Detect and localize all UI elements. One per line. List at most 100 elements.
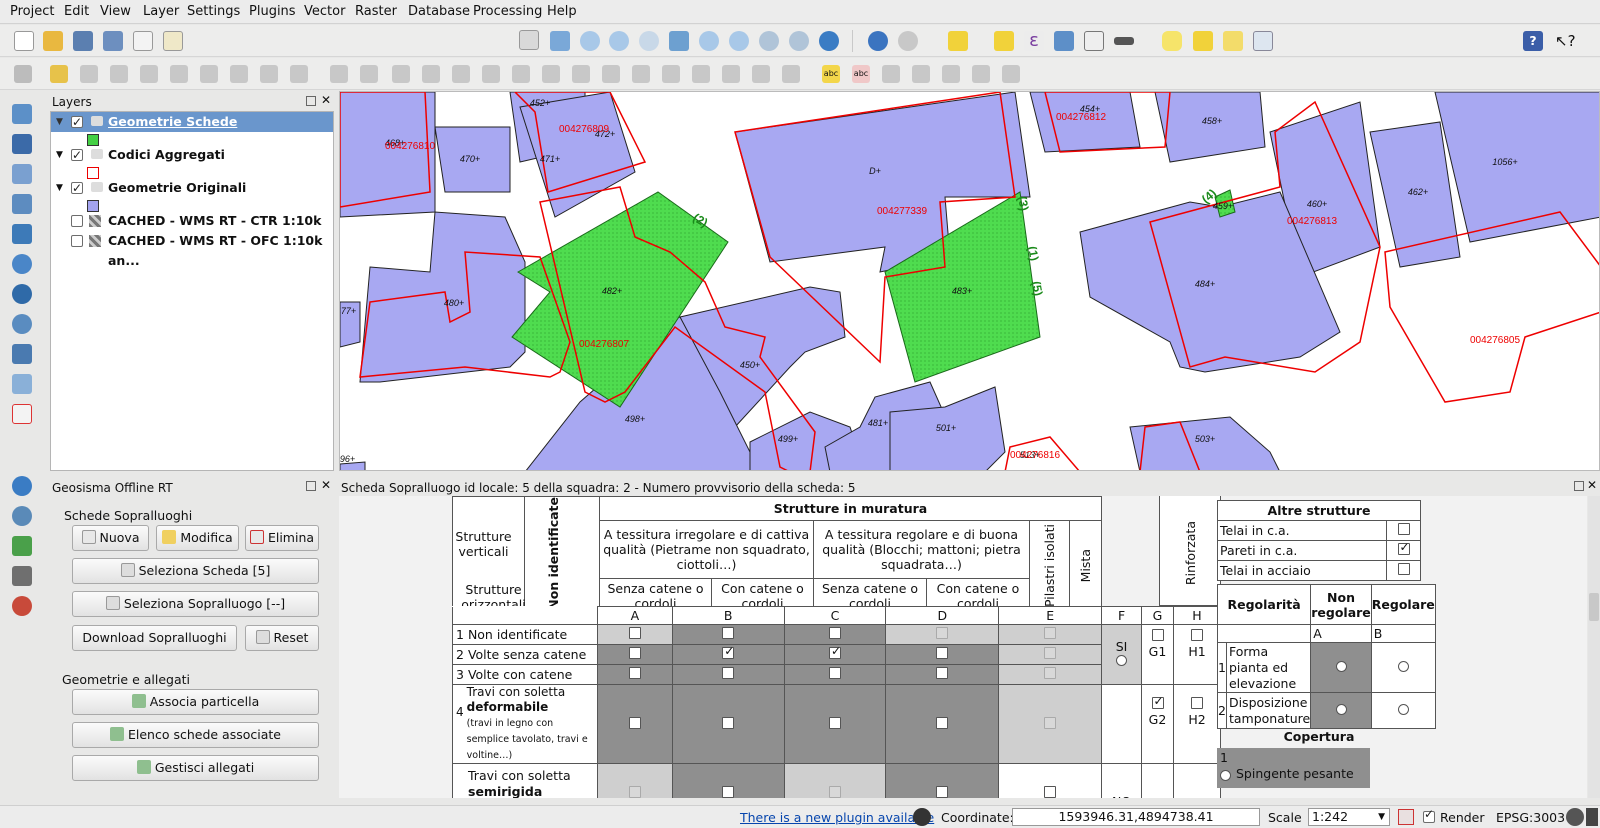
refresh-icon[interactable] [819, 31, 839, 51]
checkbox-4c[interactable] [829, 716, 841, 729]
zoom-layer-icon[interactable] [729, 31, 749, 51]
new-plugin-link[interactable]: There is a new plugin available [740, 810, 934, 825]
globe-icon[interactable] [1566, 808, 1584, 826]
rotate-label-icon[interactable] [972, 65, 990, 83]
reshape-icon[interactable] [602, 65, 620, 83]
close-panel-icon[interactable]: ✕ [321, 93, 331, 107]
download-sopralluoghi-button[interactable]: Download Sopralluoghi [72, 625, 237, 651]
reset-button[interactable]: Reset [245, 625, 319, 651]
add-spatialite-icon[interactable] [12, 194, 32, 214]
messages-icon[interactable] [1586, 808, 1598, 826]
checkbox-4b[interactable] [722, 716, 735, 729]
zoom-native-icon[interactable] [639, 31, 659, 51]
menu-help[interactable]: Help [547, 4, 577, 19]
associa-particella-button[interactable]: Associa particella [72, 689, 319, 715]
add-ring-icon[interactable] [452, 65, 470, 83]
toggle-edit-icon[interactable] [50, 65, 68, 83]
save-edits-icon[interactable] [80, 65, 98, 83]
expression-select-icon[interactable]: ε [1024, 31, 1044, 51]
map-svg[interactable]: 452+ 454+ 458+ 471+ 472+ 470+ 468+ D+ 46… [340, 92, 1600, 471]
checkbox-3a[interactable] [628, 667, 641, 679]
move-label-icon[interactable] [942, 65, 960, 83]
checkbox-h2[interactable] [1190, 697, 1203, 709]
simplify-icon[interactable] [422, 65, 440, 83]
float-panel-icon[interactable] [1574, 481, 1584, 491]
identify-icon[interactable] [868, 31, 888, 51]
add-part-icon[interactable] [482, 65, 500, 83]
highlight-pinned-icon[interactable] [882, 65, 900, 83]
seleziona-scheda-button[interactable]: Seleziona Scheda [5] [72, 558, 319, 584]
checkbox-1d[interactable] [936, 627, 949, 639]
float-panel-icon[interactable] [306, 96, 316, 106]
checkbox-h1[interactable] [1190, 629, 1203, 641]
open-project-icon[interactable] [43, 31, 63, 51]
elenco-schede-button[interactable]: Elenco schede associate [72, 722, 319, 748]
attribute-table-icon[interactable] [1054, 31, 1074, 51]
checkbox-g1[interactable] [1151, 629, 1164, 641]
save-project-icon[interactable] [73, 31, 93, 51]
checkbox-5e[interactable] [1044, 786, 1057, 798]
menu-project[interactable]: Project [10, 4, 54, 19]
menu-vector[interactable]: Vector [304, 4, 345, 19]
coordinate-field[interactable]: 1593946.31,4894738.41 [1012, 808, 1260, 826]
close-panel-icon[interactable]: ✕ [321, 478, 331, 492]
form-scrollbar[interactable] [1588, 496, 1600, 798]
menu-view[interactable]: View [100, 4, 131, 19]
elimina-button[interactable]: Elimina [245, 525, 319, 551]
checkbox-1c[interactable] [829, 627, 841, 639]
split-features-icon[interactable] [662, 65, 680, 83]
plugin-search-icon[interactable] [12, 506, 32, 526]
checkbox-2b[interactable] [722, 644, 734, 659]
menu-raster[interactable]: Raster [355, 4, 397, 19]
stop-render-icon[interactable] [1398, 809, 1414, 825]
menu-plugins[interactable]: Plugins [249, 4, 296, 19]
checkbox-1a[interactable] [628, 627, 641, 639]
zoom-last-icon[interactable] [759, 31, 779, 51]
add-raster-layer-icon[interactable] [12, 134, 32, 154]
help-icon[interactable]: ? [1523, 31, 1543, 51]
map-canvas[interactable]: 452+ 454+ 458+ 471+ 472+ 470+ 468+ D+ 46… [339, 91, 1600, 471]
new-shapefile-icon[interactable] [12, 374, 32, 394]
plugin-refresh-icon[interactable] [12, 476, 32, 496]
plugin-network-icon[interactable] [12, 566, 32, 586]
text-annotation-icon[interactable] [1253, 31, 1273, 51]
checkbox-4e[interactable] [1044, 716, 1057, 729]
new-bookmark-icon[interactable] [1193, 31, 1213, 51]
menu-edit[interactable]: Edit [64, 4, 89, 19]
menu-layer[interactable]: Layer [143, 4, 179, 19]
scale-combobox[interactable]: 1:242 ▼ [1308, 808, 1390, 826]
merge-attributes-icon[interactable] [752, 65, 770, 83]
add-postgis-icon[interactable] [12, 164, 32, 184]
zoom-selection-icon[interactable] [699, 31, 719, 51]
rotate-symbol-icon[interactable] [782, 65, 800, 83]
delete-ring-icon[interactable] [542, 65, 560, 83]
menu-processing[interactable]: Processing [473, 4, 542, 19]
plugin-gps-icon[interactable] [12, 536, 32, 556]
checkbox-2a[interactable] [628, 647, 641, 659]
add-mssql-icon[interactable] [12, 224, 32, 244]
fill-ring-icon[interactable] [512, 65, 530, 83]
show-hide-labels-icon[interactable] [912, 65, 930, 83]
node-tool-icon[interactable] [170, 65, 188, 83]
checkbox-telai-ca[interactable] [1397, 523, 1410, 535]
checkbox-5b[interactable] [722, 786, 735, 798]
checkbox-5a[interactable] [628, 786, 641, 798]
save-as-icon[interactable] [103, 31, 123, 51]
add-wfs-icon[interactable] [12, 314, 32, 334]
new-project-icon[interactable] [14, 31, 34, 51]
digitize-icon[interactable] [14, 65, 32, 83]
label-icon[interactable]: abc [822, 65, 840, 83]
checkbox-1b[interactable] [722, 627, 735, 639]
radio-forma-regolare[interactable] [1397, 661, 1409, 672]
radio-pilastri-si[interactable] [1116, 655, 1128, 666]
show-bookmarks-icon[interactable] [1223, 31, 1243, 51]
pan-icon[interactable] [519, 30, 539, 50]
add-wms-icon[interactable] [12, 254, 32, 274]
checkbox-2c[interactable] [829, 644, 841, 659]
new-print-layout-icon[interactable] [133, 31, 153, 51]
checkbox-1e[interactable] [1044, 627, 1057, 639]
measure-icon[interactable] [1114, 37, 1134, 45]
gestisci-allegati-button[interactable]: Gestisci allegati [72, 755, 319, 781]
radio-spingente-pesante[interactable] [1220, 770, 1231, 781]
radio-forma-non-regolare[interactable] [1335, 661, 1347, 672]
